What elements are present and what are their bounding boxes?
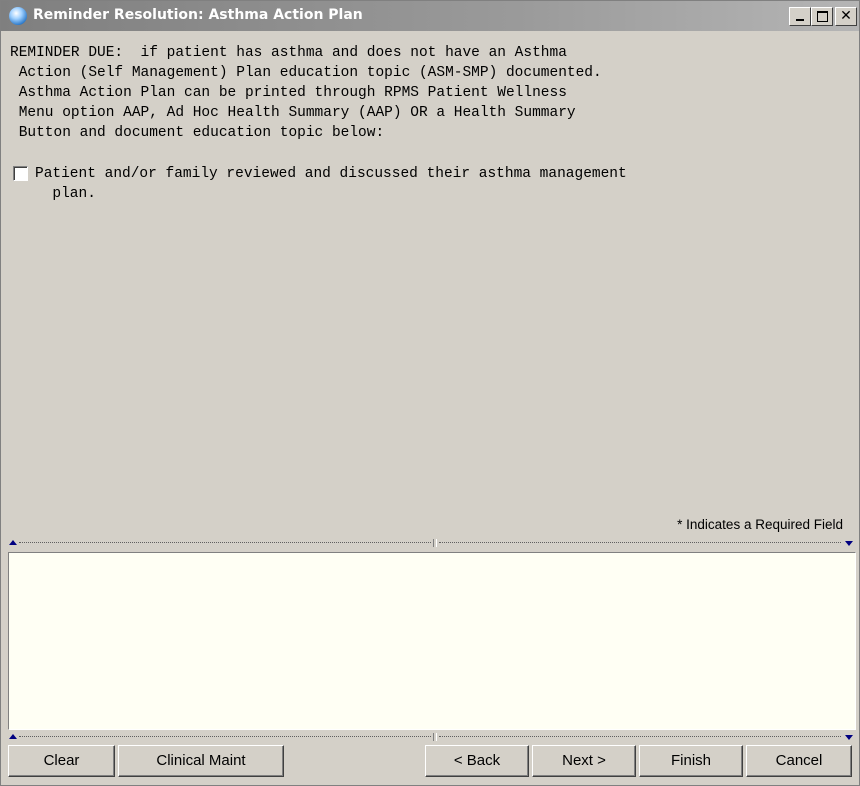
- clear-button[interactable]: Clear: [8, 745, 115, 777]
- required-field-note: * Indicates a Required Field: [677, 517, 843, 532]
- lower-splitter[interactable]: [7, 733, 855, 741]
- window-title: Reminder Resolution: Asthma Action Plan: [33, 7, 363, 23]
- asthma-plan-reviewed-label[interactable]: Patient and/or family reviewed and discu…: [35, 164, 627, 204]
- splitter-grip: [439, 736, 841, 737]
- reminder-content-panel: REMINDER DUE: if patient has asthma and …: [2, 31, 858, 511]
- maximize-icon: [812, 8, 832, 25]
- splitter-grip: [19, 542, 431, 543]
- splitter-down-arrow-icon[interactable]: [845, 541, 853, 546]
- next-button[interactable]: Next >: [532, 745, 636, 777]
- cancel-button[interactable]: Cancel: [746, 745, 852, 777]
- splitter-grip: [439, 542, 841, 543]
- reminder-resolution-dialog: Reminder Resolution: Asthma Action Plan …: [0, 0, 860, 786]
- title-bar[interactable]: Reminder Resolution: Asthma Action Plan …: [1, 1, 859, 31]
- maximize-button[interactable]: [811, 7, 833, 26]
- globe-icon: [9, 7, 27, 25]
- splitter-up-arrow-icon[interactable]: [9, 734, 17, 739]
- splitter-divider: [433, 539, 437, 547]
- clinical-maint-button[interactable]: Clinical Maint: [118, 745, 284, 777]
- splitter-down-arrow-icon[interactable]: [845, 735, 853, 740]
- close-button[interactable]: ✕: [835, 7, 857, 26]
- minimize-button[interactable]: [789, 7, 811, 26]
- close-icon: ✕: [840, 8, 852, 24]
- asthma-plan-reviewed-checkbox[interactable]: [13, 166, 28, 181]
- splitter-up-arrow-icon[interactable]: [9, 540, 17, 545]
- finish-button[interactable]: Finish: [639, 745, 743, 777]
- reminder-due-text: REMINDER DUE: if patient has asthma and …: [10, 45, 602, 141]
- splitter-divider: [433, 733, 437, 741]
- upper-splitter[interactable]: [7, 539, 855, 547]
- back-button[interactable]: < Back: [425, 745, 529, 777]
- minimize-icon: [790, 8, 810, 25]
- progress-note-text-area[interactable]: [8, 552, 856, 730]
- splitter-grip: [19, 736, 431, 737]
